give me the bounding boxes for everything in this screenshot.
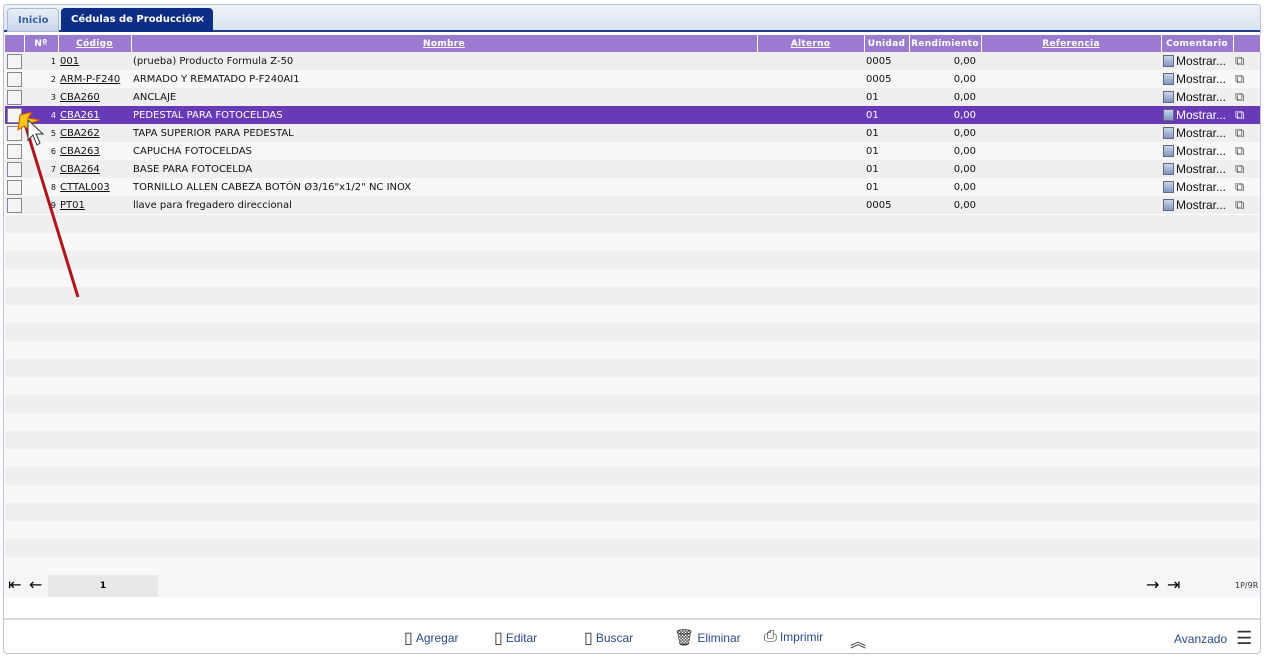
annotation-overlay <box>17 111 80 298</box>
annotation-arrow <box>23 123 80 298</box>
